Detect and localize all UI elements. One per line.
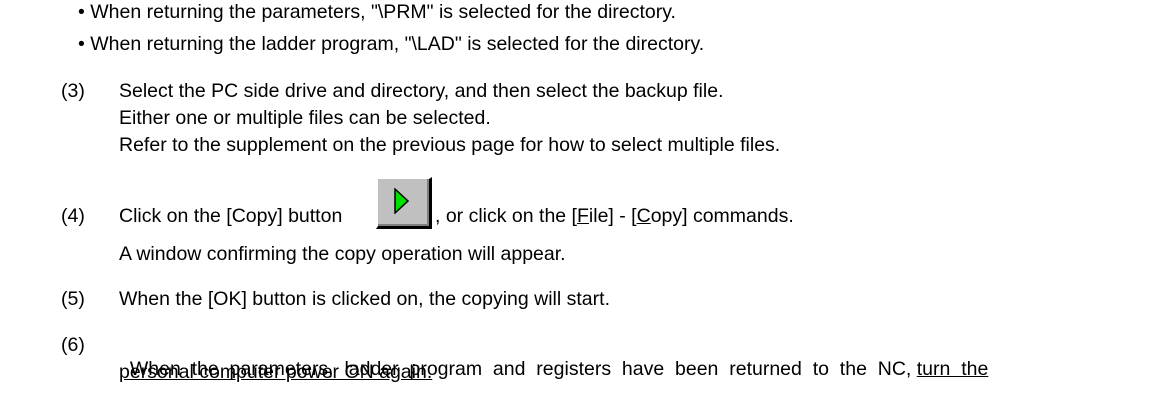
step-4-line-2: A window confirming the copy operation w…: [119, 243, 566, 265]
step-4-or-click: , or click on the [: [435, 205, 577, 227]
step-5-text: When the [OK] button is clicked on, the …: [119, 288, 610, 310]
step-3-line-1: Select the PC side drive and directory, …: [119, 80, 724, 102]
step-6-number: (6): [61, 334, 85, 356]
menu-copy-rest: opy] commands.: [650, 205, 794, 227]
step-3-line-3: Refer to the supplement on the previous …: [119, 134, 781, 156]
play-arrow-icon: [394, 188, 410, 214]
step-6-line-2: personal computer power ON again.: [119, 361, 433, 383]
menu-file-accelerator: F: [576, 205, 589, 227]
step-6-line-1-underlined: turn the: [916, 358, 989, 380]
bullet-lad-directory: • When returning the ladder program, "\L…: [78, 33, 705, 55]
step-3-number: (3): [61, 80, 85, 102]
copy-button-illustration: [376, 177, 432, 229]
step-3-line-2: Either one or multiple files can be sele…: [119, 107, 491, 129]
step-4-text-before-button: Click on the [Copy] button: [119, 205, 343, 227]
step-4-number: (4): [61, 205, 85, 227]
menu-file-rest: ile] - [: [588, 205, 637, 227]
menu-copy-accelerator: C: [636, 205, 651, 227]
step-4-text-after-button: , or click on the [File] - [Copy] comman…: [435, 204, 794, 228]
bullet-prm-directory: • When returning the parameters, "\PRM" …: [78, 1, 676, 23]
step-5-number: (5): [61, 288, 85, 310]
